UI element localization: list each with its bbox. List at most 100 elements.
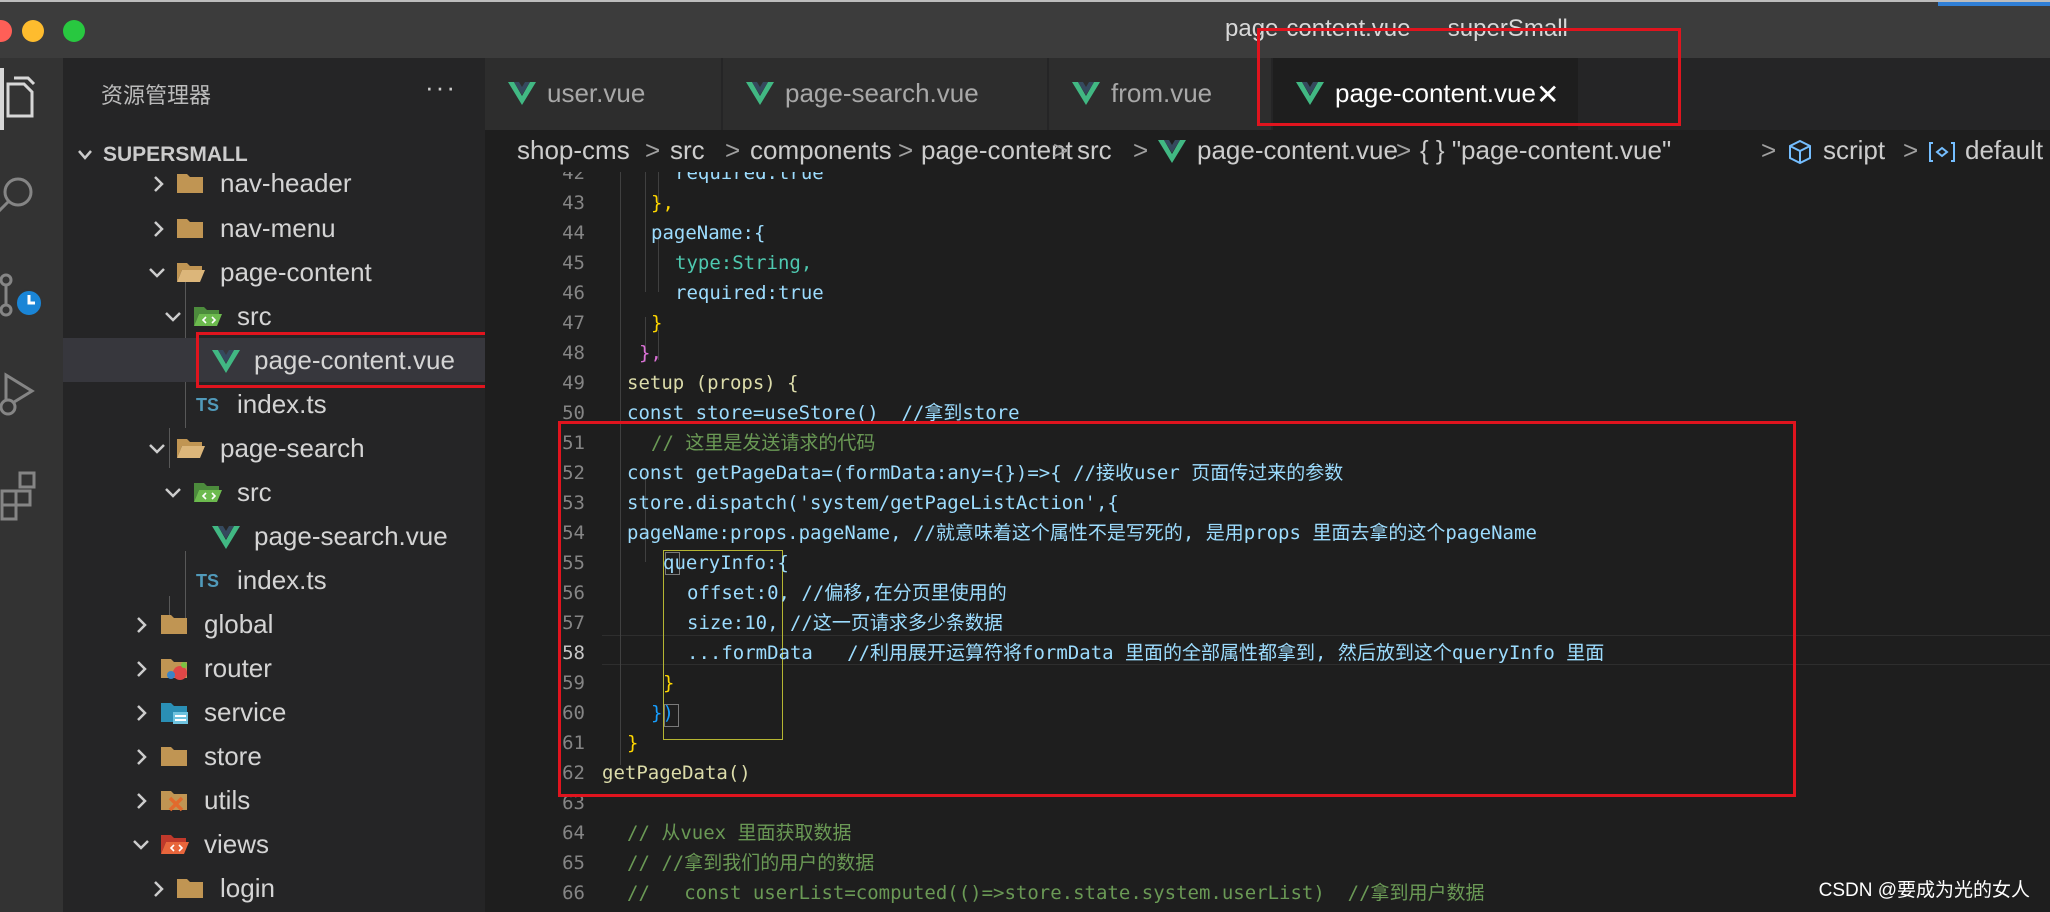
tree-item-nav-header[interactable]: nav-header [63,161,485,205]
src-folder-icon [194,483,222,502]
breadcrumb-separator: > [1133,135,1149,165]
breadcrumb-item[interactable]: { } "page-content.vue" [1420,135,1671,166]
code-line: type:String, [485,248,2050,278]
tree-item-label: src [237,477,272,507]
breadcrumb-separator: > [1761,135,1777,165]
chevron-right-icon [137,793,147,809]
chevron-right-icon [137,749,147,765]
activity-bar [0,58,63,912]
tree-item-label: index.ts [237,565,327,595]
folder-open-icon [177,263,205,282]
tree-item-index-ts[interactable]: TS index.ts [63,558,485,602]
breadcrumb-item[interactable]: script [1823,135,1885,166]
tree-item-label: page-search [220,433,365,463]
chevron-right-icon [137,617,147,633]
annotation-box [558,421,1796,797]
tab-from-vue[interactable]: from.vue [1049,58,1272,130]
vue-file-icon [746,82,774,105]
service-folder-icon [161,703,188,724]
tree-item-store[interactable]: store [63,734,485,778]
annotation-box [196,332,489,388]
code-line: // 从vuex 里面获取数据 [485,818,2050,848]
tree-item-utils[interactable]: utils [63,778,485,822]
source-control-icon[interactable] [0,266,50,326]
explorer-icon[interactable] [0,70,50,130]
more-actions-button[interactable]: ··· [425,72,457,103]
tree-item-label: views [204,829,270,859]
chevron-right-icon [154,221,164,237]
chevron-down-icon [149,444,165,454]
breadcrumb-item[interactable]: src [670,135,705,166]
typescript-icon: TS [196,395,220,415]
breadcrumb: shop-cms > src > components > page-conte… [485,130,2050,172]
code-line: pageName:{ [485,218,2050,248]
chevron-right-icon [137,705,147,721]
extensions-icon[interactable] [0,463,50,523]
code-line-text: required:true [675,282,824,304]
tab-label: from.vue [1111,78,1213,108]
vue-file-icon [508,82,536,105]
vue-file-icon [1158,140,1186,163]
tree-item-service[interactable]: service [63,690,485,734]
zoom-window-button[interactable] [63,20,85,42]
breadcrumb-separator: > [1053,135,1069,165]
search-icon[interactable] [0,166,50,226]
folder-open-icon [177,439,205,458]
tree-item-global[interactable]: global [63,602,485,646]
chevron-down-icon [165,312,181,322]
folder-icon [161,615,187,634]
tree-item-router[interactable]: router [63,646,485,690]
tab-page-search-vue[interactable]: page-search.vue [723,58,1048,130]
code-line-text: type:String, [675,252,813,274]
title-bar: page-content.vue — superSmall [0,0,2050,58]
tree-item-label: index.ts [237,389,327,419]
chevron-right-icon [137,661,147,677]
explorer-title: 资源管理器 [101,83,212,108]
variable-icon [1929,142,1955,162]
tree-item-src[interactable]: src [63,470,485,514]
tree-item-views[interactable]: views [63,822,485,866]
code-line: required:true [485,172,2050,188]
folder-icon [161,747,187,766]
code-line-text: setup (props) { [627,372,799,394]
tree-item-index-ts[interactable]: TS index.ts [63,382,485,426]
src-folder-icon [194,307,222,326]
tab-user-vue[interactable]: user.vue [485,58,722,130]
breadcrumb-item[interactable]: default [1965,135,2043,166]
tree-item-label: page-content [220,257,372,287]
chevron-down-icon [149,268,165,278]
tree-item-label: store [204,741,262,771]
breadcrumb-item[interactable]: page-content.vue [1197,135,1398,166]
close-window-button[interactable] [0,20,12,42]
code-line: required:true [485,278,2050,308]
breadcrumb-item[interactable]: shop-cms [517,135,630,166]
tree-item-page-search[interactable]: page-search [63,426,485,470]
tree-item-label: service [204,697,287,727]
watermark: CSDN @要成为光的女人 [1814,873,2034,904]
utils-folder-icon [161,791,187,812]
tree-item-page-content[interactable]: page-content [63,250,485,294]
run-debug-icon[interactable] [0,363,50,423]
title-accent [1938,2,2050,6]
tree-item-label: login [220,873,275,903]
breadcrumb-item[interactable]: components [750,135,892,166]
tree-item-label: router [204,653,272,683]
tree-item-label: page-search.vue [254,521,448,551]
chevron-right-icon [154,881,164,897]
vue-file-icon [1072,82,1100,105]
tree-item-nav-menu[interactable]: nav-menu [63,206,485,250]
tree-item-label: utils [204,785,251,815]
code-line: setup (props) { [485,368,2050,398]
folder-icon [177,174,203,193]
tree-item-login[interactable]: login [63,866,485,910]
breadcrumb-item[interactable]: src [1077,135,1112,166]
code-line-text: // const userList=computed(()=>store.sta… [627,882,1485,904]
breadcrumb-item[interactable]: page-content [921,135,1073,166]
folder-icon [177,879,203,898]
tree-item-page-search-vue[interactable]: page-search.vue [63,514,485,558]
tree-item-label: src [237,301,272,331]
code-line: }, [485,338,2050,368]
explorer-sidebar: 资源管理器 ··· SUPERSMALL nav-header nav-menu… [63,58,485,912]
tree-item-label: nav-header [220,168,352,198]
minimize-window-button[interactable] [22,20,44,42]
